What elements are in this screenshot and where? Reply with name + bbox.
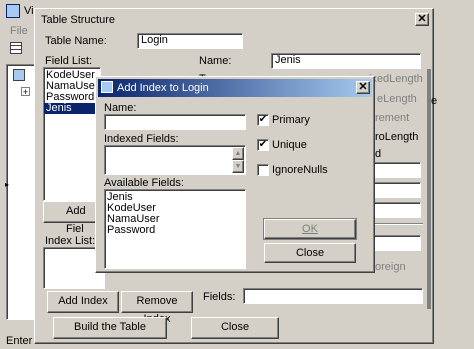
scroll-down-button[interactable]: ▼ <box>232 160 244 173</box>
indexed-fields-label: Indexed Fields: <box>104 133 179 145</box>
ok-label: OK <box>302 223 318 235</box>
menu-file[interactable]: File <box>10 25 28 37</box>
close-icon[interactable]: ✕ <box>356 81 370 94</box>
field-name-label: Name: <box>199 55 232 67</box>
unique-label: Unique <box>272 139 307 151</box>
table-name-value: Login <box>141 34 168 46</box>
indexed-fields-list[interactable]: ▲ ▼ <box>104 145 246 175</box>
field-list[interactable]: KodeUser NamaUser Password Jenis <box>43 67 101 201</box>
unique-checkbox[interactable]: ✔ <box>257 139 269 151</box>
variable-length-label: eLength <box>377 93 417 105</box>
field-list-item-selected[interactable]: Jenis <box>44 103 100 114</box>
zero-length-label: roLength <box>375 131 419 143</box>
db-icon <box>13 69 25 81</box>
index-name-field[interactable] <box>104 114 246 130</box>
add-index-title: Add Index to Login <box>117 82 209 94</box>
dialog-app-icon <box>101 81 113 93</box>
add-index-button[interactable]: Add Index <box>47 291 119 313</box>
cursor-marker: ▸ <box>5 180 10 189</box>
index-list-label: Index List: <box>45 235 96 247</box>
foreign-label: oreign <box>375 261 406 273</box>
close-add-index-label: Close <box>295 247 325 259</box>
index-name-label: Name: <box>104 102 137 114</box>
grid-icon[interactable] <box>10 42 22 54</box>
available-field-item[interactable]: Password <box>105 225 245 236</box>
available-fields-label: Available Fields: <box>104 177 184 189</box>
table-name-label: Table Name: <box>45 35 107 47</box>
index-fields-input[interactable] <box>243 288 423 304</box>
add-field-label: Add Fiel <box>66 205 86 235</box>
close-table-structure-button[interactable]: Close <box>191 317 279 339</box>
primary-label: Primary <box>272 114 310 126</box>
available-fields-list[interactable]: Jenis KodeUser NamaUser Password <box>104 189 246 269</box>
close-add-index-button[interactable]: Close <box>264 243 356 263</box>
ignore-nulls-label: IgnoreNulls <box>272 164 328 176</box>
table-name-input[interactable]: Login <box>137 33 243 49</box>
expand-plus-icon[interactable]: + <box>21 87 30 97</box>
fields-label: Fields: <box>203 291 236 303</box>
add-index-titlebar: Add Index to Login ✕ <box>98 79 372 97</box>
build-table-button[interactable]: Build the Table <box>53 317 167 339</box>
close-icon[interactable]: ✕ <box>415 13 429 26</box>
ignore-nulls-checkbox[interactable] <box>257 164 269 176</box>
remove-index-button[interactable]: Remove Index <box>121 291 193 325</box>
table-structure-titlebar: Table Structure ✕ <box>37 11 431 29</box>
auto-increment-label: rement <box>375 112 410 124</box>
primary-checkbox[interactable]: ✔ <box>257 114 269 126</box>
side-fragment: e <box>431 95 438 107</box>
required-label: d <box>375 148 382 160</box>
field-list-label: Field List: <box>45 55 93 67</box>
fixed-length-label: ixedLength <box>369 73 423 85</box>
app-icon <box>6 4 20 18</box>
field-name-value: Jenis <box>275 54 301 66</box>
toolbar <box>6 40 36 56</box>
field-name-input[interactable]: Jenis <box>271 53 421 69</box>
add-index-dialog: Add Index to Login ✕ Name: Indexed Field… <box>95 76 375 273</box>
side-scroll-stub <box>427 69 431 309</box>
ok-button[interactable]: OK <box>263 218 357 240</box>
table-structure-title: Table Structure <box>41 14 115 26</box>
scroll-up-button[interactable]: ▲ <box>232 147 244 160</box>
